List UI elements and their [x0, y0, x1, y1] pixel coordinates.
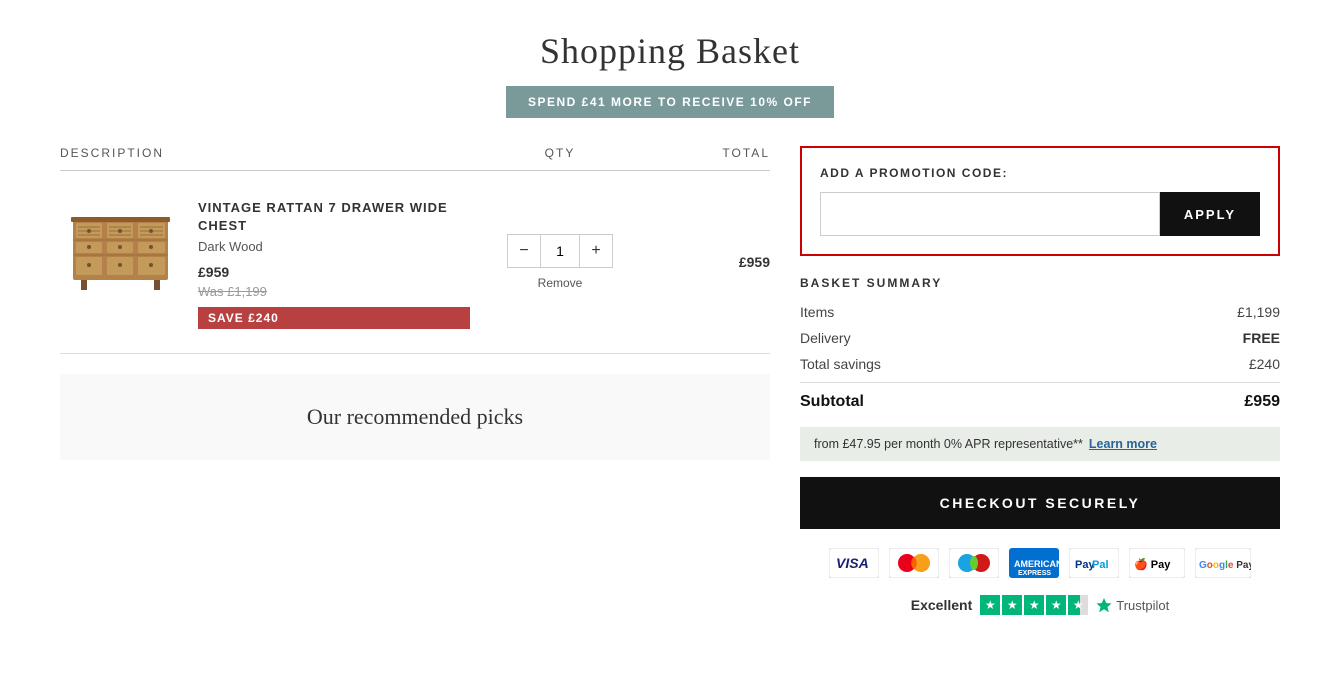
savings-value: £240 [1249, 356, 1280, 372]
product-variant: Dark Wood [198, 239, 470, 254]
product-price-was: Was £1,199 [198, 284, 470, 299]
trustpilot-label: Excellent [911, 597, 972, 613]
trustpilot-row: Excellent ★ ★ ★ ★ ★ Trustpilot [800, 595, 1280, 615]
promo-code-box: ADD A PROMOTION CODE: APPLY [800, 146, 1280, 256]
table-header: DESCRIPTION QTY TOTAL [60, 146, 770, 171]
qty-increase-button[interactable]: + [580, 235, 612, 267]
basket-summary-section: BASKET SUMMARY Items £1,199 Delivery FRE… [800, 276, 1280, 411]
star-1: ★ [980, 595, 1000, 615]
page-title: Shopping Basket [60, 30, 1280, 72]
product-info: VINTAGE RATTAN 7 DRAWER WIDE CHEST Dark … [60, 195, 470, 329]
svg-text:AMERICAN: AMERICAN [1014, 559, 1059, 569]
header-total: TOTAL [650, 146, 770, 160]
product-row: VINTAGE RATTAN 7 DRAWER WIDE CHEST Dark … [60, 171, 770, 354]
savings-label: Total savings [800, 356, 881, 372]
qty-stepper: − + [507, 234, 613, 268]
svg-text:Pal: Pal [1092, 559, 1109, 571]
product-total: £959 [650, 254, 770, 270]
checkout-button[interactable]: CHECKOUT SECURELY [800, 477, 1280, 529]
promo-banner: SPEND £41 MORE TO RECEIVE 10% OFF [60, 86, 1280, 118]
applepay-icon: 🍎 Pay [1129, 549, 1185, 577]
delivery-value: FREE [1243, 330, 1280, 346]
save-badge: SAVE £240 [198, 307, 470, 329]
promo-label: ADD A PROMOTION CODE: [820, 166, 1260, 180]
qty-decrease-button[interactable]: − [508, 235, 540, 267]
trustpilot-text: Trustpilot [1116, 598, 1169, 613]
learn-more-link[interactable]: Learn more [1089, 437, 1157, 451]
right-panel: ADD A PROMOTION CODE: APPLY BASKET SUMMA… [800, 146, 1280, 615]
amex-icon: AMERICAN EXPRESS [1009, 549, 1059, 577]
summary-row-subtotal: Subtotal £959 [800, 382, 1280, 411]
trustpilot-stars: ★ ★ ★ ★ ★ [980, 595, 1088, 615]
paypal-icon: Pay Pal [1069, 549, 1119, 577]
trustpilot-logo: Trustpilot [1096, 597, 1169, 613]
basket-summary-title: BASKET SUMMARY [800, 276, 1280, 290]
subtotal-label: Subtotal [800, 393, 864, 411]
items-label: Items [800, 304, 834, 320]
finance-text: from £47.95 per month 0% APR representat… [814, 437, 1083, 451]
delivery-label: Delivery [800, 330, 851, 346]
recommended-section: Our recommended picks [60, 374, 770, 460]
summary-row-savings: Total savings £240 [800, 356, 1280, 372]
finance-banner: from £47.95 per month 0% APR representat… [800, 427, 1280, 461]
star-5: ★ [1068, 595, 1088, 615]
star-4: ★ [1046, 595, 1066, 615]
qty-input[interactable] [540, 235, 580, 267]
apply-button[interactable]: APPLY [1160, 192, 1260, 236]
googlepay-icon: Google Pay [1195, 549, 1251, 577]
mastercard-icon [889, 549, 939, 577]
recommended-title: Our recommended picks [80, 404, 750, 430]
star-2: ★ [1002, 595, 1022, 615]
items-value: £1,199 [1237, 304, 1280, 320]
promo-banner-text: SPEND £41 MORE TO RECEIVE 10% OFF [506, 86, 834, 118]
star-3: ★ [1024, 595, 1044, 615]
product-name: VINTAGE RATTAN 7 DRAWER WIDE CHEST [198, 199, 470, 235]
svg-text:Google Pay: Google Pay [1199, 560, 1251, 571]
summary-row-items: Items £1,199 [800, 304, 1280, 320]
remove-link[interactable]: Remove [538, 276, 583, 290]
visa-icon: VISA [829, 549, 879, 577]
svg-text:🍎 Pay: 🍎 Pay [1134, 557, 1171, 571]
left-panel: DESCRIPTION QTY TOTAL [60, 146, 770, 460]
summary-row-delivery: Delivery FREE [800, 330, 1280, 346]
promo-code-input[interactable] [820, 192, 1160, 236]
svg-text:EXPRESS: EXPRESS [1018, 570, 1051, 577]
maestro-icon [949, 549, 999, 577]
product-image [60, 195, 180, 295]
product-price-current: £959 [198, 264, 470, 280]
promo-input-row: APPLY [820, 192, 1260, 236]
qty-control: − + Remove [470, 234, 650, 290]
svg-text:VISA: VISA [836, 555, 869, 571]
payment-icons: VISA [800, 549, 1280, 577]
subtotal-value: £959 [1244, 393, 1280, 411]
header-description: DESCRIPTION [60, 146, 470, 160]
product-details: VINTAGE RATTAN 7 DRAWER WIDE CHEST Dark … [198, 195, 470, 329]
header-qty: QTY [470, 146, 650, 160]
